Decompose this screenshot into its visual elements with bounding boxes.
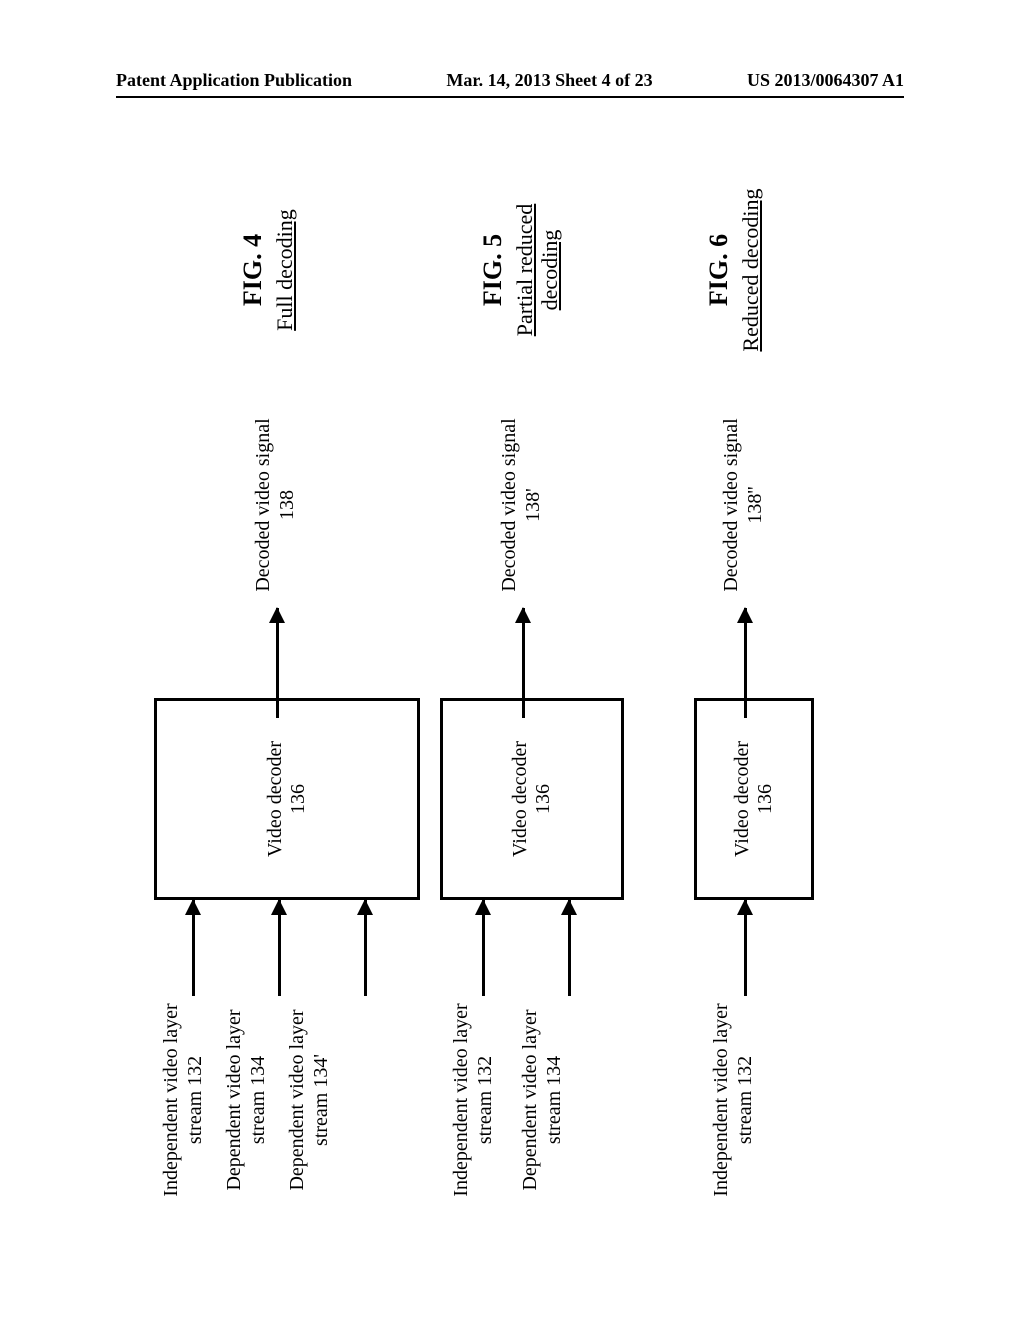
fig6-input-independent: Independent video layer stream 132 — [710, 1000, 757, 1200]
fig5-decoder-box: Video decoder 136 — [440, 698, 624, 900]
fig6-output: Decoded video signal 138'' — [720, 410, 767, 600]
fig4-output: Decoded video signal 138 — [252, 410, 299, 600]
fig6-inputs: Independent video layer stream 132 — [710, 1000, 757, 1200]
fig5-inputs: Independent video layer stream 132 Depen… — [450, 1000, 566, 1200]
fig5-output: Decoded video signal 138' — [498, 410, 545, 600]
fig6-arrow-out — [744, 608, 747, 718]
page-header: Patent Application Publication Mar. 14, … — [116, 70, 904, 91]
diagram-area: Independent video layer stream 132 Depen… — [120, 160, 900, 1200]
diagram-stage: Independent video layer stream 132 Depen… — [120, 160, 900, 1200]
fig4-number: FIG. 4 — [238, 170, 268, 370]
fig5-input-independent: Independent video layer stream 132 — [450, 1000, 497, 1200]
fig5-title: FIG. 5 Partial reduced decoding — [478, 170, 563, 370]
fig6-decoder-label: Video decoder — [731, 741, 754, 857]
fig6-decoder-ref: 136 — [754, 784, 777, 814]
header-middle: Mar. 14, 2013 Sheet 4 of 23 — [446, 70, 652, 91]
header-rule — [116, 96, 904, 98]
fig5-caption: Partial reduced decoding — [512, 170, 563, 370]
fig4-title: FIG. 4 Full decoding — [238, 170, 297, 370]
fig4-decoder-box: Video decoder 136 — [154, 698, 420, 900]
fig4-arrow-in-1 — [192, 900, 195, 996]
fig5-input-dependent: Dependent video layer stream 134 — [519, 1000, 566, 1200]
header-right: US 2013/0064307 A1 — [747, 70, 904, 91]
fig4-arrow-in-2 — [278, 900, 281, 996]
fig4-arrow-out — [276, 608, 279, 718]
fig5-arrow-in-1 — [482, 900, 485, 996]
figure-6: Independent video layer stream 132 Video… — [670, 160, 850, 1200]
fig5-number: FIG. 5 — [478, 170, 508, 370]
fig4-input-dependent-1: Dependent video layer stream 134 — [223, 1000, 270, 1200]
fig5-arrow-in-2 — [568, 900, 571, 996]
figure-4: Independent video layer stream 132 Depen… — [160, 160, 420, 1200]
fig6-number: FIG. 6 — [704, 170, 734, 370]
fig6-caption: Reduced decoding — [738, 170, 763, 370]
fig5-decoder-ref: 136 — [532, 784, 555, 814]
fig6-arrow-in-1 — [744, 900, 747, 996]
fig4-input-dependent-2: Dependent video layer stream 134' — [286, 1000, 333, 1200]
fig4-decoder-ref: 136 — [287, 784, 310, 814]
fig4-arrow-in-3 — [364, 900, 367, 996]
figure-5: Independent video layer stream 132 Depen… — [440, 160, 650, 1200]
fig4-decoder-label: Video decoder — [264, 741, 287, 857]
header-left: Patent Application Publication — [116, 70, 352, 91]
fig5-decoder-label: Video decoder — [509, 741, 532, 857]
fig5-arrow-out — [522, 608, 525, 718]
fig6-title: FIG. 6 Reduced decoding — [704, 170, 763, 370]
fig4-caption: Full decoding — [272, 170, 297, 370]
fig4-inputs: Independent video layer stream 132 Depen… — [160, 1000, 334, 1200]
fig6-decoder-box: Video decoder 136 — [694, 698, 814, 900]
fig4-input-independent: Independent video layer stream 132 — [160, 1000, 207, 1200]
